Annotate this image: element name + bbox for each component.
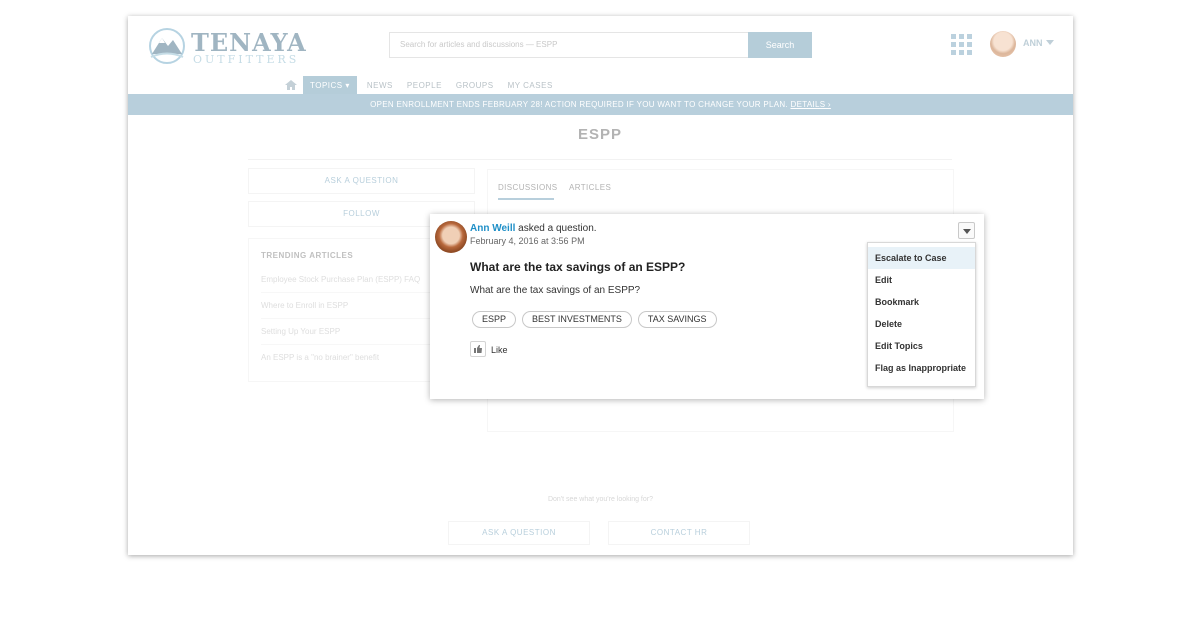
question-card: Ann Weill asked a question. February 4, …: [430, 214, 984, 399]
caret-down-icon[interactable]: [1046, 40, 1054, 45]
topic-tag[interactable]: BEST INVESTMENTS: [522, 311, 632, 328]
like-button[interactable]: [470, 341, 486, 357]
announcement-banner: OPEN ENROLLMENT ENDS FEBRUARY 28! ACTION…: [128, 94, 1073, 115]
banner-text: OPEN ENROLLMENT ENDS FEBRUARY 28! ACTION…: [370, 100, 788, 109]
menu-item-delete[interactable]: Delete: [868, 313, 975, 335]
topic-tags: ESPP BEST INVESTMENTS TAX SAVINGS: [472, 311, 723, 328]
main-nav: TOPICS ▾ NEWS PEOPLE GROUPS MY CASES: [285, 75, 567, 95]
logo-subtitle: OUTFITTERS: [193, 53, 300, 66]
active-tab-indicator: [498, 198, 554, 200]
post-action: asked a question.: [515, 223, 597, 234]
nav-topics-label: TOPICS: [310, 80, 343, 90]
topic-tag[interactable]: ESPP: [472, 311, 517, 328]
home-icon[interactable]: [285, 80, 297, 90]
tab-discussions[interactable]: DISCUSSIONS: [498, 183, 558, 192]
page-title: ESPP: [577, 126, 623, 143]
tab-articles[interactable]: ARTICLES: [569, 183, 611, 192]
caret-down-icon: [963, 229, 971, 234]
nav-my-cases[interactable]: MY CASES: [508, 81, 553, 90]
ask-question-button[interactable]: ASK A QUESTION: [248, 168, 475, 194]
thumbs-up-icon: [474, 345, 482, 353]
divider: [248, 159, 952, 160]
author-link[interactable]: Ann Weill: [470, 223, 515, 234]
post-actions-toggle[interactable]: [958, 222, 975, 239]
user-menu-name[interactable]: ANN: [1023, 38, 1043, 48]
post-author-line: Ann Weill asked a question.: [470, 223, 597, 234]
apps-grid-icon[interactable]: [951, 34, 972, 55]
author-avatar[interactable]: [435, 221, 467, 253]
menu-item-edit[interactable]: Edit: [868, 269, 975, 291]
bottom-ask-question-button[interactable]: ASK A QUESTION: [448, 521, 590, 545]
nav-groups[interactable]: GROUPS: [456, 81, 494, 90]
menu-item-edit-topics[interactable]: Edit Topics: [868, 335, 975, 357]
mountain-logo-icon: [149, 28, 185, 64]
menu-item-flag[interactable]: Flag as Inappropriate: [868, 357, 975, 379]
menu-item-escalate-to-case[interactable]: Escalate to Case: [868, 247, 975, 269]
search-button[interactable]: Search: [748, 32, 812, 58]
like-label[interactable]: Like: [491, 345, 508, 355]
topic-tag[interactable]: TAX SAVINGS: [637, 311, 717, 328]
question-title: What are the tax savings of an ESPP?: [470, 260, 686, 274]
post-actions-menu: Escalate to Case Edit Bookmark Delete Ed…: [867, 242, 976, 387]
user-avatar[interactable]: [990, 31, 1016, 57]
post-timestamp: February 4, 2016 at 3:56 PM: [470, 236, 585, 246]
help-prompt: Don't see what you're looking for?: [547, 496, 653, 503]
trending-title: TRENDING ARTICLES: [261, 251, 354, 260]
menu-item-bookmark[interactable]: Bookmark: [868, 291, 975, 313]
nav-people[interactable]: PEOPLE: [407, 81, 442, 90]
search-input[interactable]: Search for articles and discussions — ES…: [389, 32, 749, 58]
nav-news[interactable]: NEWS: [367, 81, 393, 90]
nav-topics[interactable]: TOPICS ▾: [303, 75, 357, 95]
question-body: What are the tax savings of an ESPP?: [470, 285, 641, 296]
contact-hr-button[interactable]: CONTACT HR: [608, 521, 750, 545]
logo[interactable]: TENAYA OUTFITTERS: [146, 28, 306, 66]
banner-details-link[interactable]: DETAILS ›: [791, 100, 831, 109]
